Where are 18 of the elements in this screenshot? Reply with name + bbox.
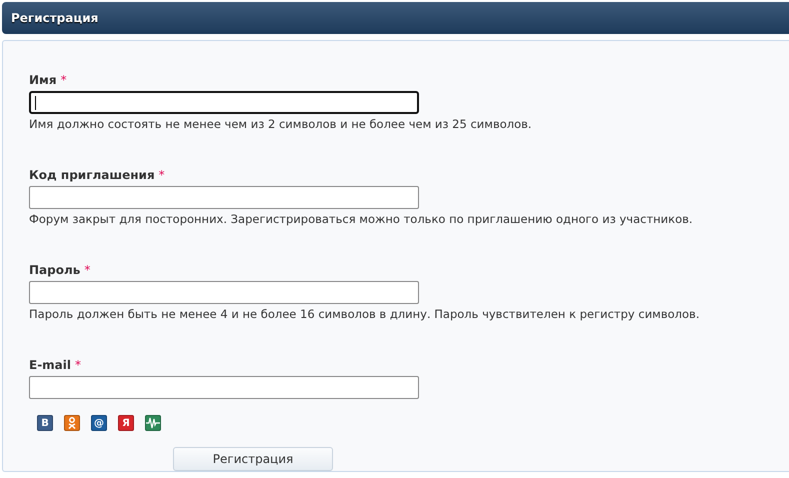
input-field[interactable] — [29, 91, 419, 114]
social-login-icon[interactable]: Я — [118, 415, 134, 431]
input-field[interactable] — [29, 376, 419, 399]
field-hint: Имя должно состоять не менее чем из 2 символов и не более чем из 25 символов. — [29, 117, 533, 131]
field-hint: Форум закрыт для посторонних. Зарегистрироваться можно только по приглашению одного из участников. — [29, 212, 694, 226]
input-field[interactable] — [29, 281, 419, 304]
field-hint: Пароль должен быть не менее 4 и не более 16 символов в длину. Пароль чувствителен к регистру символов. — [29, 307, 700, 321]
social-login-icon[interactable]: @ — [91, 415, 107, 431]
input-field[interactable] — [29, 186, 419, 209]
waveform-icon[interactable] — [145, 415, 161, 431]
page-title: Регистрация — [11, 11, 98, 25]
field-label: E-mail * — [29, 358, 82, 372]
person-icon[interactable] — [64, 415, 80, 431]
register-button[interactable]: Регистрация — [173, 447, 333, 471]
field-label: Код приглашения * — [29, 168, 166, 182]
field-label: Пароль * — [29, 263, 92, 277]
social-login-icon[interactable]: B — [37, 415, 53, 431]
field-label: Имя * — [29, 73, 68, 87]
